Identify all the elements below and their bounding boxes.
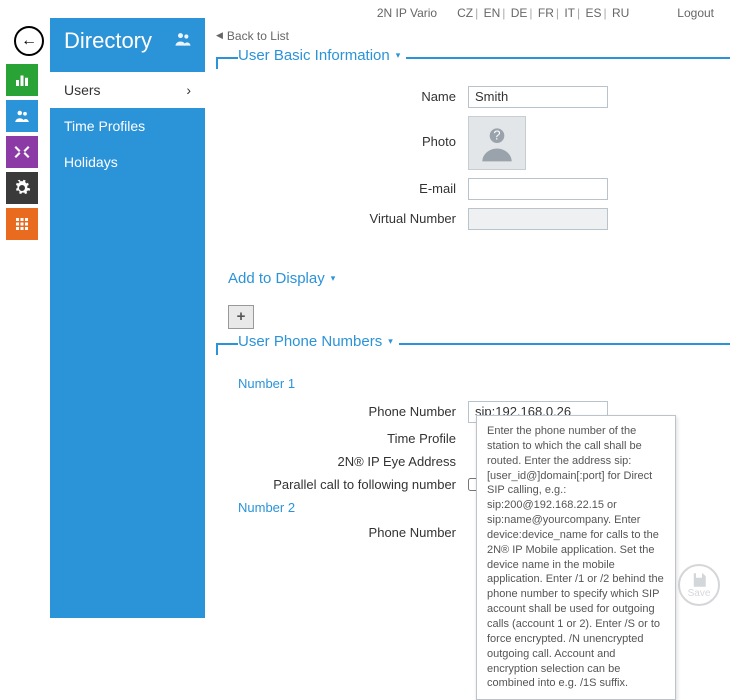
time-profile-label: Time Profile bbox=[228, 431, 468, 446]
lang-ru[interactable]: RU bbox=[612, 6, 629, 20]
phone-number-label: Phone Number bbox=[228, 404, 468, 419]
settings-icon[interactable] bbox=[6, 172, 38, 204]
back-to-list[interactable]: ◀ Back to List bbox=[216, 29, 289, 43]
lang-de[interactable]: DE bbox=[511, 6, 528, 20]
tooltip-phone-number: Enter the phone number of the station to… bbox=[476, 415, 676, 700]
section-title-text: Add to Display bbox=[228, 270, 325, 287]
save-label: Save bbox=[688, 588, 711, 599]
ip-eye-address-label: 2N® IP Eye Address bbox=[228, 454, 468, 469]
parallel-call-label: Parallel call to following number bbox=[228, 477, 468, 492]
lang-switcher: CZ| EN| DE| FR| IT| ES| RU bbox=[457, 6, 629, 20]
users-icon bbox=[173, 29, 193, 54]
lang-cz[interactable]: CZ bbox=[457, 6, 473, 20]
triangle-left-icon: ◀ bbox=[216, 30, 223, 41]
add-display-button[interactable]: + bbox=[228, 305, 254, 329]
section-title-phones[interactable]: User Phone Numbers ▾ bbox=[238, 333, 399, 350]
section-title-basic[interactable]: User Basic Information ▾ bbox=[238, 47, 406, 64]
directory-icon[interactable] bbox=[6, 100, 38, 132]
save-button[interactable]: Save bbox=[678, 564, 720, 606]
lang-en[interactable]: EN bbox=[484, 6, 501, 20]
status-icon[interactable] bbox=[6, 64, 38, 96]
logout-button[interactable]: Logout bbox=[677, 6, 714, 20]
sidebar-item-users[interactable]: Users › bbox=[50, 72, 205, 108]
sidebar: Directory Users › Time Profiles Holidays bbox=[50, 18, 205, 618]
section-title-text: User Phone Numbers bbox=[238, 333, 382, 350]
keypad-icon[interactable] bbox=[6, 208, 38, 240]
email-input[interactable] bbox=[468, 178, 608, 200]
section-title-text: User Basic Information bbox=[238, 47, 390, 64]
phone-number-2-label: Phone Number bbox=[228, 525, 468, 540]
back-button[interactable]: ← bbox=[14, 26, 44, 56]
chevron-right-icon: › bbox=[186, 82, 191, 98]
sidebar-item-holidays[interactable]: Holidays bbox=[50, 144, 205, 180]
tools-icon[interactable] bbox=[6, 136, 38, 168]
chevron-down-icon: ▾ bbox=[388, 336, 393, 347]
photo-label: Photo bbox=[228, 116, 468, 149]
chevron-down-icon: ▾ bbox=[331, 273, 336, 284]
sidebar-item-label: Users bbox=[64, 82, 101, 98]
back-to-list-label: Back to List bbox=[227, 29, 289, 43]
device-model: 2N IP Vario bbox=[377, 6, 437, 20]
lang-fr[interactable]: FR bbox=[538, 6, 554, 20]
svg-text:?: ? bbox=[493, 127, 500, 142]
chevron-down-icon: ▾ bbox=[396, 50, 401, 61]
sidebar-item-time-profiles[interactable]: Time Profiles bbox=[50, 108, 205, 144]
sidebar-title: Directory bbox=[64, 28, 152, 54]
virtual-number-input bbox=[468, 208, 608, 230]
section-basic-info: User Basic Information ▾ Name Photo ? E-… bbox=[216, 57, 730, 254]
email-label: E-mail bbox=[228, 181, 468, 196]
name-label: Name bbox=[228, 89, 468, 104]
virtual-number-label: Virtual Number bbox=[228, 211, 468, 226]
number-1-header: Number 1 bbox=[238, 376, 730, 391]
lang-it[interactable]: IT bbox=[564, 6, 575, 20]
section-title-display[interactable]: Add to Display ▾ bbox=[228, 270, 335, 287]
lang-es[interactable]: ES bbox=[585, 6, 601, 20]
name-input[interactable] bbox=[468, 86, 608, 108]
photo-placeholder[interactable]: ? bbox=[468, 116, 526, 170]
